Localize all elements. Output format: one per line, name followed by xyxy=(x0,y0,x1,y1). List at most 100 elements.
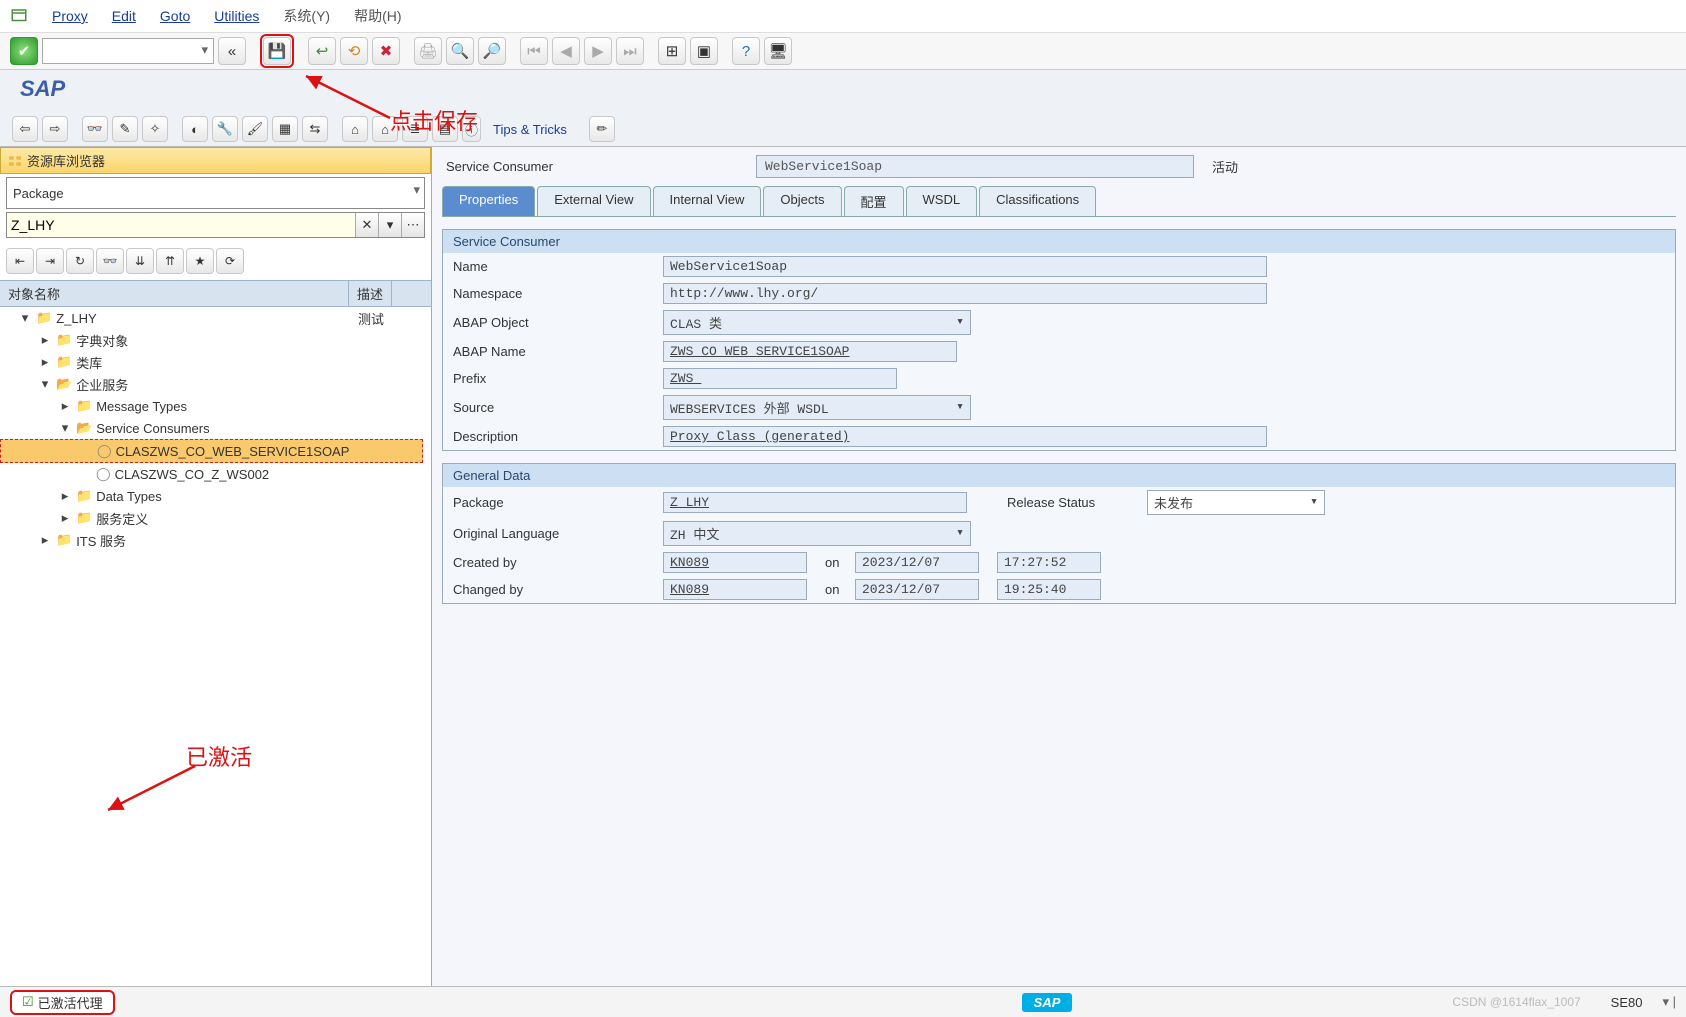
repo-icon xyxy=(7,153,23,169)
wrench-icon[interactable]: 🔧 xyxy=(212,116,238,142)
status-bar: ☑ 已激活代理 SAP CSDN @1614flax_1007 SE80 ▾ | xyxy=(0,986,1686,1017)
menubar: Proxy Edit Goto Utilities 系统(Y) 帮助(H) xyxy=(0,0,1686,33)
print-icon[interactable]: 🖨 xyxy=(414,37,442,65)
tree-svcdef[interactable]: 服务定义 xyxy=(96,509,148,528)
menu-goto[interactable]: Goto xyxy=(160,8,190,24)
clear-input-icon[interactable]: ✕ xyxy=(355,213,378,237)
find-next-icon[interactable]: 🔎 xyxy=(478,37,506,65)
history-chevron-icon[interactable]: « xyxy=(218,37,246,65)
tree-msgtypes[interactable]: Message Types xyxy=(96,399,187,414)
tree-sync-icon[interactable]: ⟳ xyxy=(216,248,244,274)
tree-next-icon[interactable]: ⇥ xyxy=(36,248,64,274)
tree-consumer-2[interactable]: CLASZWS_CO_Z_WS002 xyxy=(115,467,270,482)
list-icon[interactable]: ▤ xyxy=(432,116,458,142)
tree-classlib[interactable]: 类库 xyxy=(76,353,102,372)
tree-dict[interactable]: 字典对象 xyxy=(76,331,128,350)
object-tree[interactable]: ▾📁Z_LHY 测试 ▸📁字典对象 ▸📁类库 ▾📂企业服务 ▸📁Message … xyxy=(0,307,431,551)
tab-properties[interactable]: Properties xyxy=(442,186,535,216)
release-status-value[interactable]: 未发布 xyxy=(1147,490,1325,515)
abap-object-value[interactable]: CLAS 类 xyxy=(663,310,971,335)
tab-wsdl[interactable]: WSDL xyxy=(906,186,978,216)
description-value[interactable]: Proxy Class (generated) xyxy=(663,426,1267,447)
tree-svc-consumers[interactable]: Service Consumers xyxy=(96,421,209,436)
prev-page-icon[interactable]: ◀ xyxy=(552,37,580,65)
abap-name-value[interactable]: ZWS_CO_WEB_SERVICE1SOAP xyxy=(663,341,957,362)
package-input[interactable] xyxy=(7,213,355,237)
menu-system[interactable]: 系统(Y) xyxy=(283,6,330,26)
package-label: Package xyxy=(453,495,663,510)
input-dropdown-icon[interactable]: ▾ xyxy=(378,213,401,237)
detail-name-field: WebService1Soap xyxy=(756,155,1194,178)
tab-internal-view[interactable]: Internal View xyxy=(653,186,762,216)
general-data-group: General Data Package Z_LHY Release Statu… xyxy=(442,463,1676,604)
hierarchy3-icon[interactable]: ≣ xyxy=(402,116,428,142)
tree-root[interactable]: Z_LHY xyxy=(56,311,96,326)
tab-external-view[interactable]: External View xyxy=(537,186,650,216)
detail-type-label: Service Consumer xyxy=(442,159,756,174)
description-label: Description xyxy=(453,429,663,444)
menu-help[interactable]: 帮助(H) xyxy=(354,6,401,26)
pattern-icon[interactable]: ▦ xyxy=(272,116,298,142)
nav-fwd-icon[interactable]: ⇨ xyxy=(42,116,68,142)
accept-icon[interactable]: ✔ xyxy=(10,37,38,65)
tree-collapse-icon[interactable]: ⇊ xyxy=(126,248,154,274)
changed-time: 19:25:40 xyxy=(997,579,1101,600)
menu-proxy[interactable]: Proxy xyxy=(52,8,88,24)
input-split-icon[interactable]: ⋯ xyxy=(401,213,424,237)
cancel-icon[interactable]: ✖ xyxy=(372,37,400,65)
back-icon[interactable]: ↩ xyxy=(308,37,336,65)
tree-display-icon[interactable]: 👓 xyxy=(96,248,124,274)
service-consumer-group: Service Consumer NameWebService1Soap Nam… xyxy=(442,229,1676,451)
display-edit-icon[interactable]: ✎ xyxy=(112,116,138,142)
tree-consumer-1[interactable]: CLASZWS_CO_WEB_SERVICE1SOAP xyxy=(116,444,350,459)
hierarchy2-icon[interactable]: ⌂ xyxy=(372,116,398,142)
repository-browser: 资源库浏览器 Package▾ ✕ ▾ ⋯ ⇤ ⇥ ↻ 👓 ⇊ ⇈ ★ ⟳ xyxy=(0,147,432,990)
tree-fav-icon[interactable]: ★ xyxy=(186,248,214,274)
next-page-icon[interactable]: ▶ xyxy=(584,37,612,65)
tree-its[interactable]: ITS 服务 xyxy=(76,531,126,550)
new-session-icon[interactable]: ⊞ xyxy=(658,37,686,65)
layout-icon[interactable]: ▣ xyxy=(690,37,718,65)
customize-icon[interactable]: 🖥 xyxy=(764,37,792,65)
menu-edit[interactable]: Edit xyxy=(112,8,136,24)
find-icon[interactable]: 🔍 xyxy=(446,37,474,65)
name-value: WebService1Soap xyxy=(663,256,1267,277)
last-page-icon[interactable]: ⏭ xyxy=(616,37,644,65)
tree-expand-icon[interactable]: ⇈ xyxy=(156,248,184,274)
command-field[interactable] xyxy=(42,38,214,64)
window-icon[interactable] xyxy=(10,7,28,25)
glasses-icon[interactable]: 👓 xyxy=(82,116,108,142)
help-icon[interactable]: ? xyxy=(732,37,760,65)
tab-objects[interactable]: Objects xyxy=(763,186,841,216)
package-value[interactable]: Z_LHY xyxy=(663,492,967,513)
tree-refresh-icon[interactable]: ↻ xyxy=(66,248,94,274)
nav-back-icon[interactable]: ⇦ xyxy=(12,116,38,142)
edit-icon[interactable]: ✏ xyxy=(589,116,615,142)
prefix-value[interactable]: ZWS_ xyxy=(663,368,897,389)
tree-toolbar: ⇤ ⇥ ↻ 👓 ⇊ ⇈ ★ ⟳ xyxy=(6,248,425,274)
grp2-title: General Data xyxy=(443,464,1675,487)
tree-datatypes[interactable]: Data Types xyxy=(96,489,162,504)
tree-enterprise[interactable]: 企业服务 xyxy=(76,375,128,394)
repository-title: 资源库浏览器 xyxy=(27,151,105,170)
save-button[interactable]: 💾 xyxy=(263,37,291,65)
tree-prev-icon[interactable]: ⇤ xyxy=(6,248,34,274)
prefix-label: Prefix xyxy=(453,371,663,386)
category-combo-value: Package xyxy=(13,186,64,201)
brush-icon[interactable]: 🖌 xyxy=(242,116,268,142)
activate-icon[interactable]: ✧ xyxy=(142,116,168,142)
tab-classifications[interactable]: Classifications xyxy=(979,186,1096,216)
orig-lang-value[interactable]: ZH 中文 xyxy=(663,521,971,546)
grp1-title: Service Consumer xyxy=(443,230,1675,253)
tab-config[interactable]: 配置 xyxy=(844,186,904,216)
exit-icon[interactable]: ⟲ xyxy=(340,37,368,65)
circle-icon[interactable]: ◐ xyxy=(182,116,208,142)
info-icon[interactable]: ⓘ xyxy=(462,116,481,142)
menu-utilities[interactable]: Utilities xyxy=(214,8,259,24)
tips-tricks-link[interactable]: Tips & Tricks xyxy=(485,122,575,137)
hierarchy1-icon[interactable]: ⌂ xyxy=(342,116,368,142)
category-combo[interactable]: Package▾ xyxy=(6,177,425,209)
source-value[interactable]: WEBSERVICES 外部 WSDL xyxy=(663,395,971,420)
where-used-icon[interactable]: ⇆ xyxy=(302,116,328,142)
first-page-icon[interactable]: ⏮ xyxy=(520,37,548,65)
